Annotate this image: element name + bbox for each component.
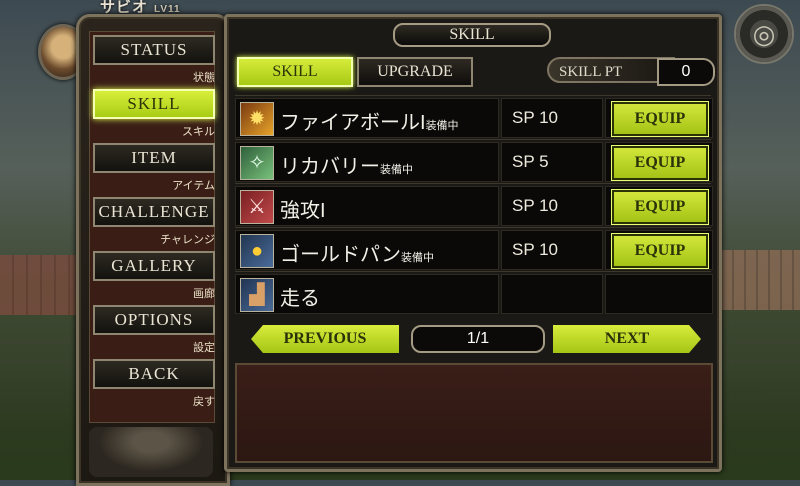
menu-ornament [89,427,213,477]
side-menu: STATUS 状態 SKILL スキル ITEM アイテム CHALLENGE … [76,14,230,486]
background-wall-right [710,250,800,310]
skill-list: ✹ ファイアボールI装備中 SP 10 EQUIP ✧ リカバリー装備中 SP … [235,95,713,315]
skill-row: ● ゴールドパン装備中 SP 10 EQUIP [235,227,713,271]
run-boot-icon: ▟ [240,278,274,312]
equipped-badge: 装備中 [380,164,413,176]
menu-options-sub: 設定 [193,342,215,354]
equip-button[interactable]: EQUIP [612,102,708,136]
skill-name-cell[interactable]: ⚔ 強攻I [235,186,499,226]
menu-gallery-sub: 画廊 [193,288,215,300]
skill-row: ▟ 走る [235,271,713,315]
skill-sp-cell [501,274,603,314]
skill-equip-cell [605,274,713,314]
page-indicator: 1/1 [411,325,545,353]
menu-options-button[interactable]: OPTIONS [93,305,215,335]
emblem-icon: ◎ [752,18,776,49]
equipped-badge: 装備中 [425,120,459,132]
menu-item-sub: アイテム [172,180,215,192]
menu-challenge-sub: チャレンジ [160,234,215,246]
skill-row: ✧ リカバリー装備中 SP 5 EQUIP [235,139,713,183]
menu-back-button[interactable]: BACK [93,359,215,389]
skill-pt-value: 0 [657,58,715,86]
fireball-icon: ✹ [240,102,274,136]
equip-button[interactable]: EQUIP [612,146,708,180]
skill-row: ✹ ファイアボールI装備中 SP 10 EQUIP [235,95,713,139]
skill-pt-label: SKILL PT [547,57,675,83]
menu-back-sub: 戻す [193,396,215,408]
skill-name-cell[interactable]: ▟ 走る [235,274,499,314]
gold-pan-icon: ● [240,234,274,268]
skill-sp: SP 5 [512,152,549,171]
tab-upgrade[interactable]: UPGRADE [357,57,473,87]
equip-button[interactable]: EQUIP [612,234,708,268]
skill-sp-cell: SP 10 [501,98,603,138]
skill-name: ファイアボールI [280,112,426,134]
skill-name: ゴールドパン [280,244,401,266]
skill-name-cell[interactable]: ● ゴールドパン装備中 [235,230,499,270]
skill-sp-cell: SP 5 [501,142,603,182]
skill-name-cell[interactable]: ✧ リカバリー装備中 [235,142,499,182]
skill-sp: SP 10 [512,196,559,215]
previous-button[interactable]: PREVIOUS [251,325,399,353]
skill-name: 強攻I [280,200,326,222]
skill-equip-cell: EQUIP [605,98,713,138]
skill-name-cell[interactable]: ✹ ファイアボールI装備中 [235,98,499,138]
menu-status-sub: 状態 [193,72,215,84]
emblem-menu-button[interactable]: ◎ [734,4,794,64]
skill-sp-cell: SP 10 [501,230,603,270]
menu-skill-sub: スキル [182,126,215,138]
skill-name: リカバリー [280,156,380,178]
tab-skill[interactable]: SKILL [237,57,353,87]
equip-button[interactable]: EQUIP [612,190,708,224]
skill-equip-cell: EQUIP [605,186,713,226]
skill-sp-cell: SP 10 [501,186,603,226]
skill-sp: SP 10 [512,108,559,127]
power-strike-icon: ⚔ [240,190,274,224]
menu-item-button[interactable]: ITEM [93,143,215,173]
panel-title: SKILL [393,23,551,47]
menu-skill-button[interactable]: SKILL [93,89,215,119]
skill-description-box [235,363,713,463]
skill-row: ⚔ 強攻I SP 10 EQUIP [235,183,713,227]
equipped-badge: 装備中 [401,252,434,264]
pager: PREVIOUS 1/1 NEXT [235,323,711,355]
skill-sp: SP 10 [512,240,559,259]
skill-name: 走る [280,288,320,310]
skill-equip-cell: EQUIP [605,230,713,270]
skill-equip-cell: EQUIP [605,142,713,182]
menu-gallery-button[interactable]: GALLERY [93,251,215,281]
recovery-icon: ✧ [240,146,274,180]
next-button[interactable]: NEXT [553,325,701,353]
menu-status-button[interactable]: STATUS [93,35,215,65]
menu-challenge-button[interactable]: CHALLENGE [93,197,215,227]
skill-panel: SKILL SKILL UPGRADE SKILL PT 0 ✹ ファイアボール… [224,14,722,472]
